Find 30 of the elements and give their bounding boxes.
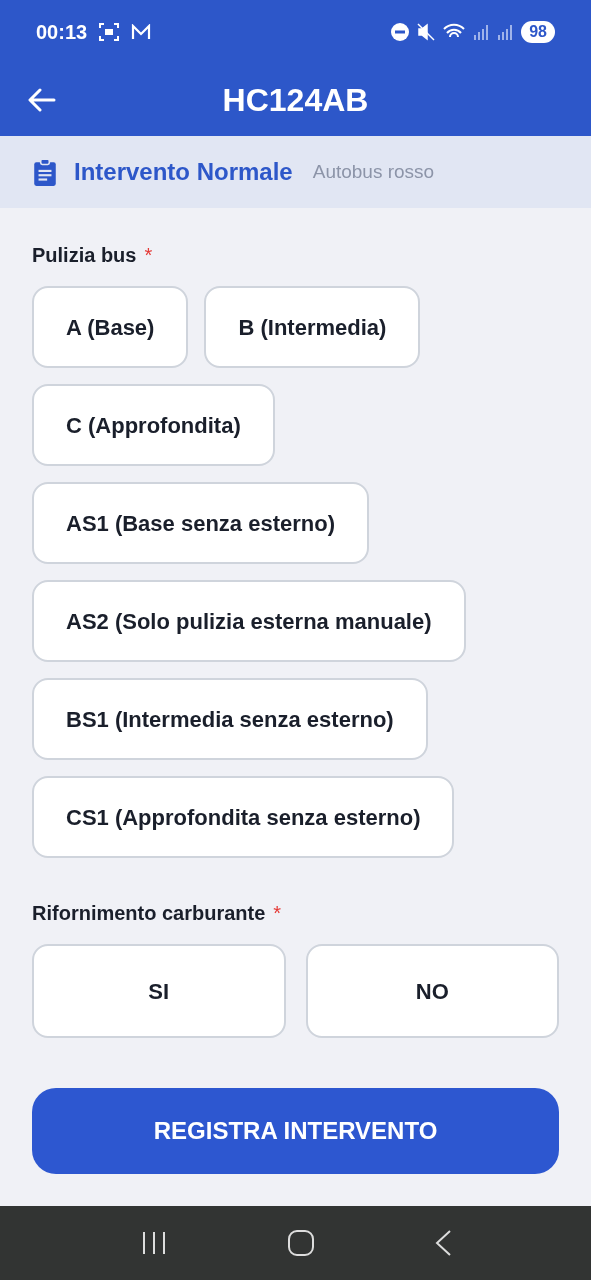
back-icon[interactable] bbox=[434, 1230, 451, 1256]
option-button[interactable]: C (Approfondita) bbox=[32, 384, 275, 466]
option-button[interactable]: AS1 (Base senza esterno) bbox=[32, 482, 369, 564]
do-not-disturb-icon bbox=[391, 23, 410, 41]
signal-icon bbox=[497, 24, 514, 40]
field-label: Rifornimento carburante bbox=[32, 901, 266, 926]
status-time: 00:13 bbox=[36, 20, 88, 45]
option-button[interactable]: A (Base) bbox=[32, 286, 189, 368]
bus-description: Autobus rosso bbox=[312, 159, 435, 184]
mail-icon bbox=[131, 24, 152, 40]
recent-apps-icon[interactable] bbox=[140, 1231, 167, 1255]
back-arrow-icon[interactable] bbox=[28, 88, 56, 112]
option-button[interactable]: SI bbox=[32, 944, 286, 1038]
battery-indicator: 98 bbox=[521, 21, 555, 43]
option-button[interactable]: NO bbox=[305, 944, 559, 1038]
option-button[interactable]: BS1 (Intermedia senza esterno) bbox=[32, 678, 428, 760]
intervention-type: Intervento Normale bbox=[74, 157, 293, 187]
submit-button[interactable]: REGISTRA INTERVENTO bbox=[32, 1088, 559, 1174]
screenshot-icon bbox=[99, 23, 120, 41]
required-mark: * bbox=[144, 243, 153, 268]
option-button[interactable]: CS1 (Approfondita senza esterno) bbox=[32, 776, 455, 858]
clipboard-icon bbox=[32, 158, 58, 186]
signal-icon bbox=[473, 24, 490, 40]
mute-icon bbox=[417, 23, 436, 41]
field-label: Pulizia bus bbox=[32, 243, 137, 268]
page-title: HC124AB bbox=[222, 81, 369, 120]
required-mark: * bbox=[273, 901, 282, 926]
option-button[interactable]: AS2 (Solo pulizia esterna manuale) bbox=[32, 580, 466, 662]
home-icon[interactable] bbox=[287, 1230, 314, 1256]
option-button[interactable]: B (Intermedia) bbox=[204, 286, 421, 368]
